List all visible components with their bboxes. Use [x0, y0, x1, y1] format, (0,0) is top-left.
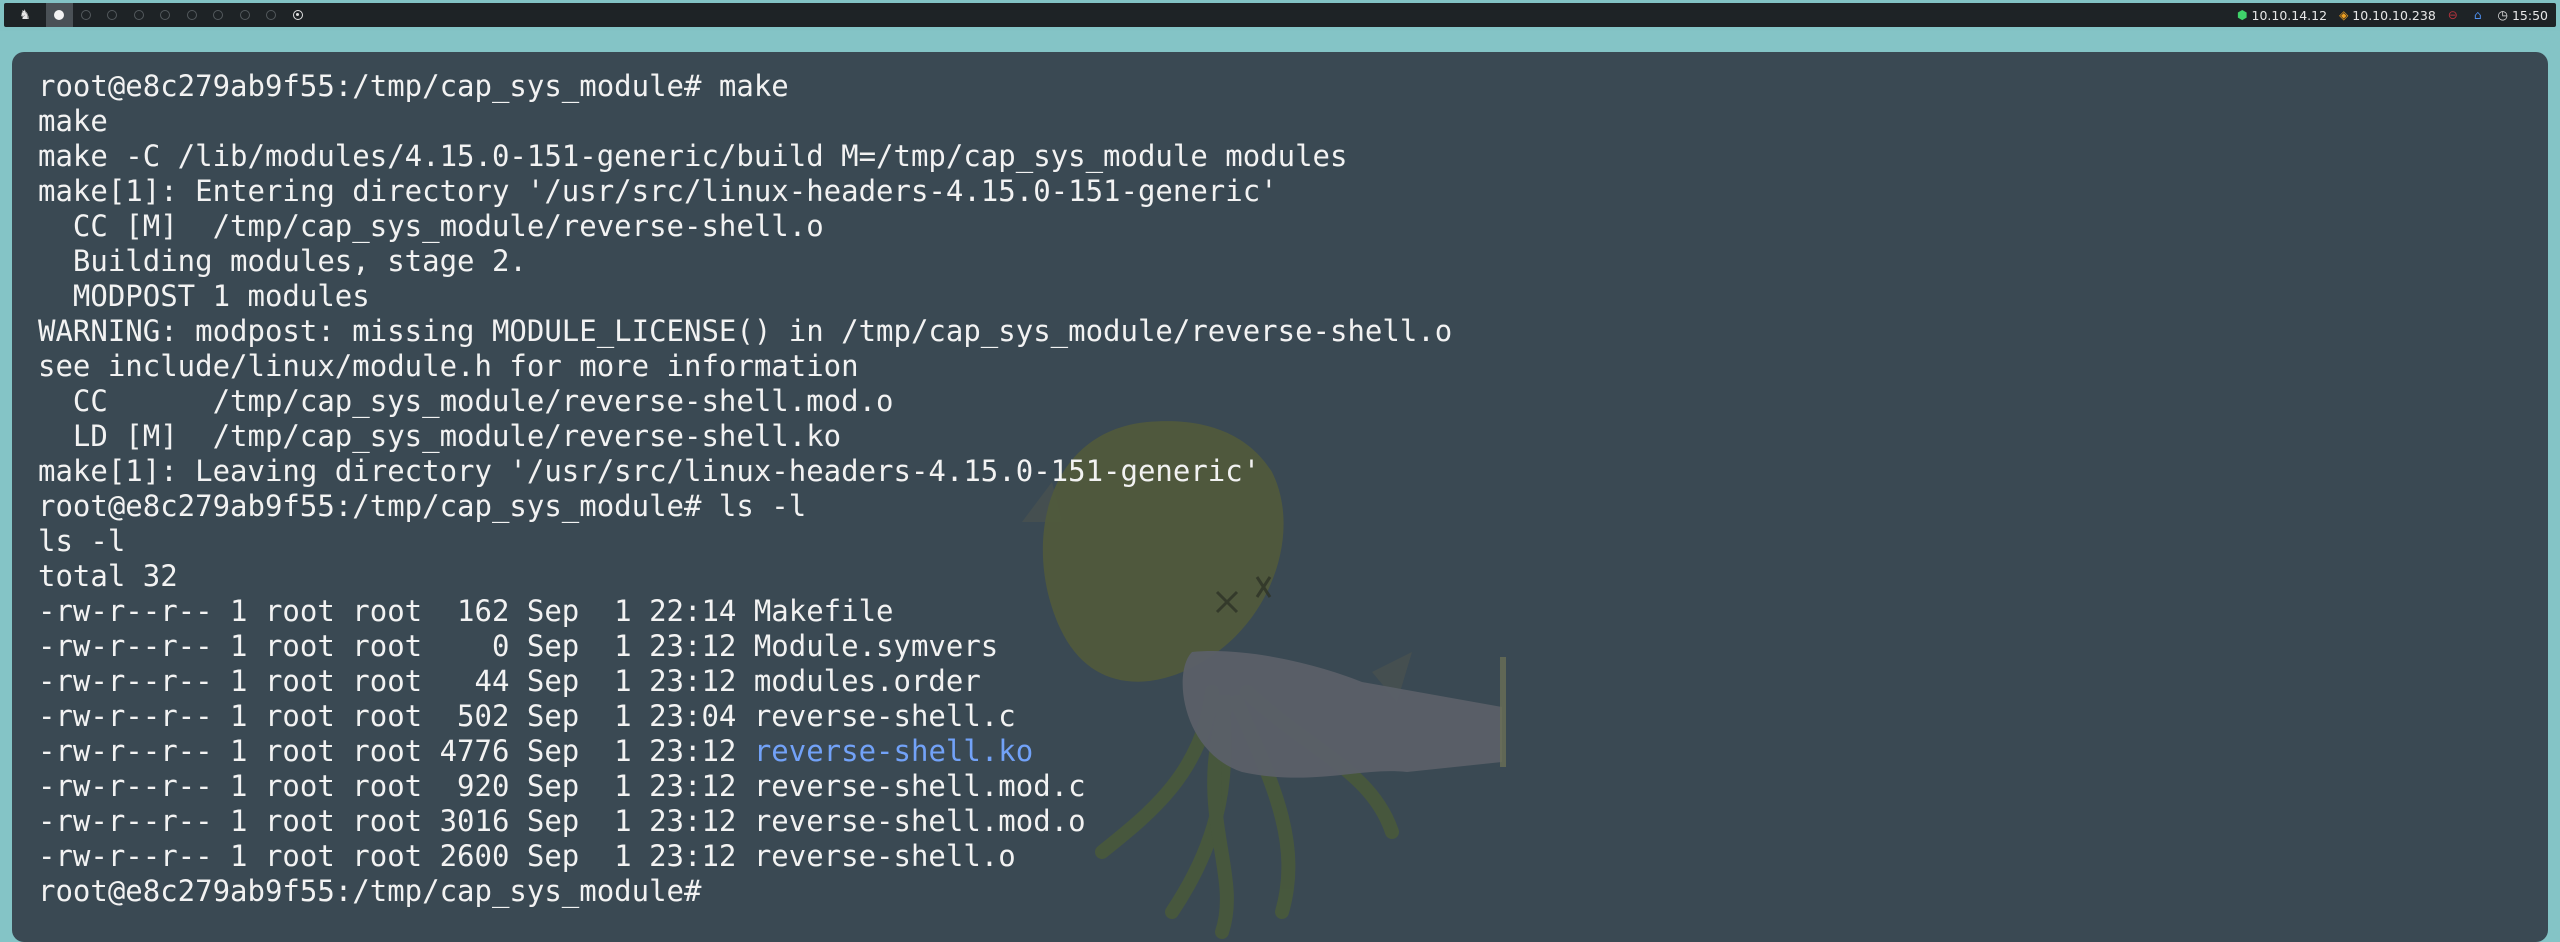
line-text: CC /tmp/cap_sys_module/reverse-shell.mod… — [38, 384, 894, 418]
terminal-line: LD [M] /tmp/cap_sys_module/reverse-shell… — [38, 419, 1452, 454]
network-cube-icon: ⬢ — [2237, 8, 2248, 22]
line-text: root@e8c279ab9f55:/tmp/cap_sys_module# m… — [38, 69, 789, 103]
workspace-10[interactable] — [285, 3, 312, 27]
terminal-line: root@e8c279ab9f55:/tmp/cap_sys_module# m… — [38, 69, 1452, 104]
line-text: ls -l — [38, 524, 126, 558]
workspace-dot-icon — [54, 10, 65, 20]
workspace-switcher — [46, 3, 311, 27]
line-text: -rw-r--r-- 1 root root 3016 Sep 1 23:12 … — [38, 804, 1086, 838]
highlighted-filename: reverse-shell.ko — [753, 734, 1034, 768]
target-diamond-icon: ◈ — [2339, 8, 2349, 22]
terminal-line: -rw-r--r-- 1 root root 0 Sep 1 23:12 Mod… — [38, 629, 1452, 664]
line-text: make[1]: Leaving directory '/usr/src/lin… — [38, 454, 1261, 488]
workspace-dot-icon — [107, 10, 118, 20]
home-widget[interactable]: ⌂ — [2474, 8, 2486, 22]
workspace-3[interactable] — [99, 3, 126, 27]
workspace-6[interactable] — [179, 3, 206, 27]
vpn-ip-widget: ⬢ 10.10.14.12 — [2237, 8, 2327, 23]
terminal-line: make — [38, 104, 1452, 139]
line-text: see include/linux/module.h for more info… — [38, 349, 859, 383]
target-ip-text: 10.10.10.238 — [2352, 7, 2436, 23]
app-menu-icon[interactable]: ♞ — [4, 3, 46, 27]
terminal-line: CC /tmp/cap_sys_module/reverse-shell.mod… — [38, 384, 1452, 419]
line-text: Building modules, stage 2. — [38, 244, 527, 278]
line-text: -rw-r--r-- 1 root root 162 Sep 1 22:14 M… — [38, 594, 894, 628]
terminal-window[interactable]: root@e8c279ab9f55:/tmp/cap_sys_module# m… — [12, 52, 2548, 942]
workspace-2[interactable] — [73, 3, 100, 27]
workspace-dot-icon — [266, 10, 277, 20]
line-text: -rw-r--r-- 1 root root 0 Sep 1 23:12 Mod… — [38, 629, 999, 663]
line-text: -rw-r--r-- 1 root root 920 Sep 1 23:12 r… — [38, 769, 1086, 803]
line-text: MODPOST 1 modules — [38, 279, 370, 313]
terminal-line: -rw-r--r-- 1 root root 44 Sep 1 23:12 mo… — [38, 664, 1452, 699]
workspace-7[interactable] — [205, 3, 232, 27]
line-text: make — [38, 104, 108, 138]
status-area: ⬢ 10.10.14.12 ◈ 10.10.10.238 ⊖ ⌂ ◷ 15:50 — [2225, 3, 2556, 27]
clock-widget: ◷ 15:50 — [2497, 8, 2548, 23]
terminal-line: total 32 — [38, 559, 1452, 594]
terminal-line: -rw-r--r-- 1 root root 3016 Sep 1 23:12 … — [38, 804, 1452, 839]
line-text: WARNING: modpost: missing MODULE_LICENSE… — [38, 314, 1453, 348]
workspace-dot-icon — [213, 10, 224, 20]
line-text: total 32 — [38, 559, 178, 593]
terminal-line: -rw-r--r-- 1 root root 2600 Sep 1 23:12 … — [38, 839, 1452, 874]
terminal-line: -rw-r--r-- 1 root root 162 Sep 1 22:14 M… — [38, 594, 1452, 629]
workspace-dot-icon — [133, 10, 144, 20]
terminal-line: make[1]: Entering directory '/usr/src/li… — [38, 174, 1452, 209]
line-text: -rw-r--r-- 1 root root 502 Sep 1 23:04 r… — [38, 699, 1016, 733]
vpn-ip-text: 10.10.14.12 — [2251, 7, 2328, 23]
terminal-line: ls -l — [38, 524, 1452, 559]
line-text: -rw-r--r-- 1 root root 2600 Sep 1 23:12 … — [38, 839, 1016, 873]
line-text: LD [M] /tmp/cap_sys_module/reverse-shell… — [38, 419, 842, 453]
terminal-line: -rw-r--r-- 1 root root 920 Sep 1 23:12 r… — [38, 769, 1452, 804]
terminal-line: -rw-r--r-- 1 root root 4776 Sep 1 23:12 … — [38, 734, 1452, 769]
terminal-line: root@e8c279ab9f55:/tmp/cap_sys_module# — [38, 874, 1452, 909]
home-icon: ⌂ — [2473, 8, 2482, 22]
line-text: root@e8c279ab9f55:/tmp/cap_sys_module# l… — [38, 489, 807, 523]
terminal-line: -rw-r--r-- 1 root root 502 Sep 1 23:04 r… — [38, 699, 1452, 734]
line-text: -rw-r--r-- 1 root root 44 Sep 1 23:12 mo… — [38, 664, 981, 698]
line-text: make[1]: Entering directory '/usr/src/li… — [38, 174, 1278, 208]
workspace-dot-icon — [160, 10, 171, 20]
workspace-dot-icon — [186, 10, 197, 20]
workspace-dot-icon — [239, 10, 250, 20]
terminal-line: WARNING: modpost: missing MODULE_LICENSE… — [38, 314, 1452, 349]
workspace-1[interactable] — [46, 3, 73, 27]
workspace-8[interactable] — [232, 3, 259, 27]
workspace-9[interactable] — [258, 3, 285, 27]
top-status-bar: ♞ ⬢ 10.10.14.12 ◈ 10.10.10.238 ⊖ ⌂ ◷ 15:… — [0, 0, 2560, 31]
panel: ♞ ⬢ 10.10.14.12 ◈ 10.10.10.238 ⊖ ⌂ ◷ 15:… — [4, 3, 2556, 27]
line-text: root@e8c279ab9f55:/tmp/cap_sys_module# — [38, 874, 719, 908]
no-entry-icon: ⊖ — [2447, 8, 2458, 22]
terminal-line: make[1]: Leaving directory '/usr/src/lin… — [38, 454, 1452, 489]
terminal-line: CC [M] /tmp/cap_sys_module/reverse-shell… — [38, 209, 1452, 244]
target-ip-widget: ◈ 10.10.10.238 — [2339, 8, 2436, 23]
workspace-dot-icon — [292, 10, 303, 20]
clock-text: 15:50 — [2511, 7, 2548, 23]
workspace-4[interactable] — [126, 3, 153, 27]
line-text: make -C /lib/modules/4.15.0-151-generic/… — [38, 139, 1348, 173]
terminal-line: root@e8c279ab9f55:/tmp/cap_sys_module# l… — [38, 489, 1452, 524]
blocked-widget[interactable]: ⊖ — [2448, 8, 2462, 22]
terminal-line: Building modules, stage 2. — [38, 244, 1452, 279]
clock-icon: ◷ — [2497, 8, 2508, 22]
terminal-line: make -C /lib/modules/4.15.0-151-generic/… — [38, 139, 1452, 174]
workspace-5[interactable] — [152, 3, 179, 27]
terminal-line: MODPOST 1 modules — [38, 279, 1452, 314]
line-text: CC [M] /tmp/cap_sys_module/reverse-shell… — [38, 209, 824, 243]
terminal-line: see include/linux/module.h for more info… — [38, 349, 1452, 384]
workspace-dot-icon — [80, 10, 91, 20]
line-text: -rw-r--r-- 1 root root 4776 Sep 1 23:12 — [38, 734, 754, 768]
terminal-output: root@e8c279ab9f55:/tmp/cap_sys_module# m… — [38, 69, 1452, 909]
